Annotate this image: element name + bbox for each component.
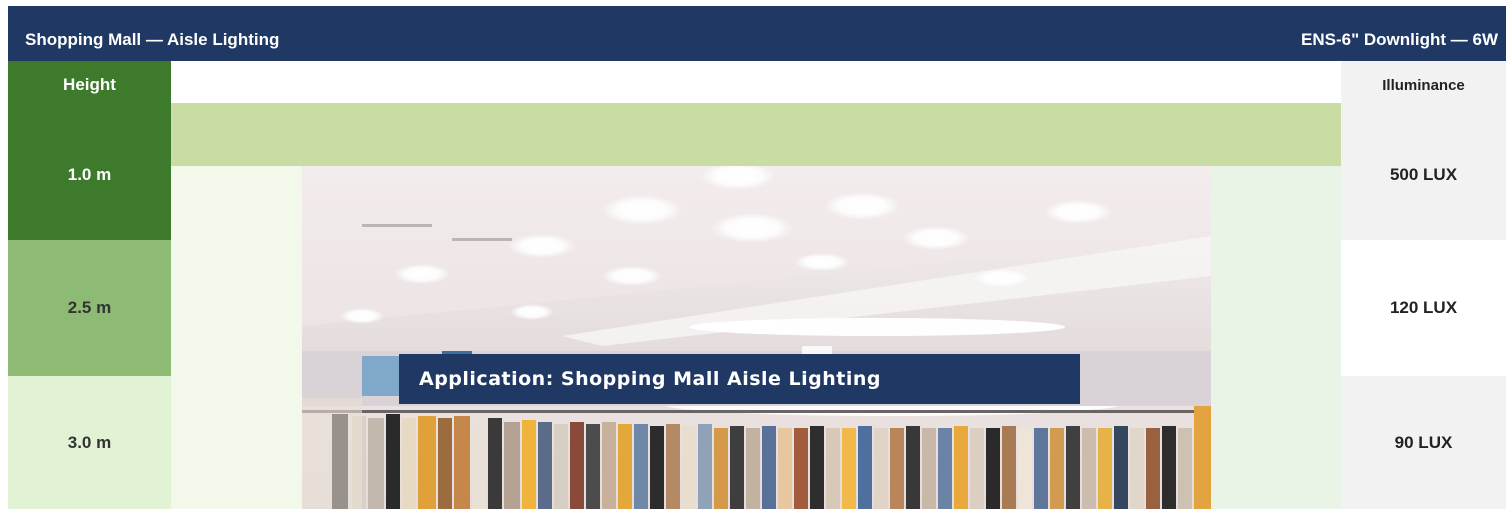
header-bar: Shopping Mall — Aisle Lighting ENS-6" Do… <box>8 6 1506 61</box>
top-band <box>171 61 1341 103</box>
illuminance-heading: Illuminance <box>1341 61 1506 109</box>
store-interior-illustration <box>302 166 1211 509</box>
illuminance-row-1: 500 LUX <box>1341 109 1506 240</box>
height-row-2: 2.5 m <box>8 240 171 376</box>
illuminance-row-3: 90 LUX <box>1341 376 1506 509</box>
store-photo <box>302 166 1211 509</box>
application-title: Shopping Mall — Aisle Lighting <box>25 30 280 49</box>
illuminance-column: Illuminance 500 LUX 120 LUX 90 LUX <box>1341 61 1506 509</box>
illuminance-row-2: 120 LUX <box>1341 240 1506 376</box>
left-side-panel <box>171 166 302 509</box>
height-column: Height 1.0 m 2.5 m 3.0 m <box>8 61 171 509</box>
product-title: ENS-6" Downlight — 6W <box>1301 30 1498 49</box>
application-caption: Application: Shopping Mall Aisle Lightin… <box>399 354 1080 404</box>
illustration-area: Application: Shopping Mall Aisle Lightin… <box>171 61 1341 509</box>
lighting-spec-panel: Shopping Mall — Aisle Lighting ENS-6" Do… <box>8 6 1506 509</box>
height-row-1: 1.0 m <box>8 109 171 240</box>
right-side-panel <box>1211 166 1341 509</box>
green-band <box>171 103 1341 166</box>
height-heading: Height <box>8 61 171 109</box>
height-row-3: 3.0 m <box>8 376 171 509</box>
